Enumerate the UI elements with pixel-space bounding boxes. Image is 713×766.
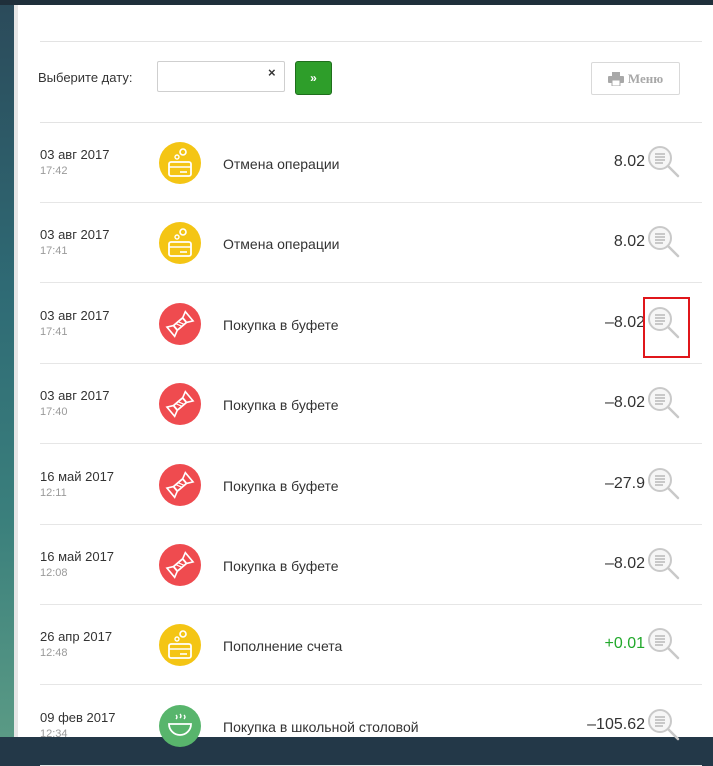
wallet-icon — [159, 142, 201, 184]
transaction-amount: –8.02 — [604, 313, 645, 331]
transaction-row: 03 авг 2017 17:41 Покупка в буфете –8.02 — [40, 284, 702, 364]
wallet-icon — [159, 624, 201, 667]
transaction-date: 16 май 2017 — [40, 549, 115, 564]
transaction-amount: +0.01 — [604, 635, 645, 653]
view-details-icon[interactable] — [646, 144, 682, 180]
transaction-description: Пополнение счета — [223, 638, 343, 655]
apply-date-button[interactable]: » — [295, 61, 332, 95]
transaction-row: 03 авг 2017 17:40 Покупка в буфете –8.02 — [40, 364, 702, 445]
food-bowl-icon — [159, 704, 201, 747]
view-details-icon[interactable] — [646, 707, 682, 743]
transaction-description: Покупка в буфете — [223, 558, 339, 574]
transaction-row: 03 авг 2017 17:41 Отмена операции 8.02 — [40, 203, 702, 284]
background-left — [0, 0, 14, 737]
transaction-amount: –105.62 — [587, 715, 645, 733]
divider — [40, 41, 702, 42]
transaction-amount: –27.9 — [604, 474, 645, 492]
transaction-amount: –8.02 — [604, 394, 645, 412]
candy-icon — [159, 463, 201, 506]
transaction-description: Отмена операции — [223, 156, 340, 172]
transaction-row: 03 авг 2017 17:42 Отмена операции 8.02 — [40, 123, 702, 203]
transactions-panel: Выберите дату: × » Меню 03 авг 2017 17:42… — [14, 5, 713, 766]
date-filter-label: Выберите дату: — [38, 70, 133, 85]
transaction-time: 12:48 — [40, 647, 68, 660]
transaction-row: 16 май 2017 12:11 Покупка в буфете –27.9 — [40, 445, 702, 525]
transaction-amount: 8.02 — [613, 233, 645, 251]
view-details-icon[interactable] — [646, 385, 682, 421]
transaction-amount: –8.02 — [604, 555, 645, 572]
transaction-time: 17:40 — [40, 406, 68, 419]
candy-icon — [159, 302, 201, 345]
transaction-time: 12:34 — [40, 727, 68, 740]
transaction-row: 09 фев 2017 12:34 Покупка в школьной столо… — [40, 686, 702, 766]
candy-icon — [159, 383, 201, 426]
transaction-time: 12:11 — [40, 486, 67, 499]
view-details-icon[interactable] — [646, 466, 682, 502]
transaction-row: 16 май 2017 12:08 Покупка в буфете –8.02 — [40, 525, 702, 605]
transaction-date: 03 авг 2017 — [40, 227, 110, 243]
transaction-date: 16 май 2017 — [40, 468, 115, 484]
transaction-date: 03 авг 2017 — [40, 147, 110, 162]
printer-icon — [607, 71, 624, 86]
transaction-time: 17:41 — [40, 245, 68, 258]
clear-date-icon[interactable]: × — [268, 65, 276, 80]
menu-button-label: Меню — [627, 70, 664, 86]
transaction-description: Покупка в буфете — [223, 477, 339, 494]
transaction-date: 03 авг 2017 — [40, 388, 110, 404]
transaction-date: 03 авг 2017 — [40, 307, 110, 323]
transaction-date: 09 фев 2017 — [40, 709, 116, 725]
transaction-description: Покупка в буфете — [223, 397, 339, 414]
transaction-row: 26 апр 2017 12:48 Пополнение счета +0.01 — [40, 605, 702, 686]
transaction-time: 17:42 — [40, 165, 68, 177]
transaction-time: 17:41 — [40, 325, 68, 338]
view-details-icon[interactable] — [646, 305, 682, 341]
transaction-date: 26 апр 2017 — [40, 629, 113, 645]
transaction-description: Покупка в школьной столовой — [223, 718, 419, 735]
transaction-description: Отмена операции — [223, 236, 340, 253]
transaction-amount: 8.02 — [613, 153, 645, 170]
view-details-icon[interactable] — [646, 546, 682, 582]
view-details-icon[interactable] — [646, 626, 682, 662]
wallet-icon — [159, 222, 201, 265]
candy-icon — [159, 544, 201, 586]
menu-button[interactable]: Меню — [591, 62, 680, 95]
transaction-time: 12:08 — [40, 567, 68, 579]
view-details-icon[interactable] — [646, 224, 682, 260]
date-input[interactable] — [157, 61, 285, 92]
transaction-description: Покупка в буфете — [223, 316, 339, 333]
